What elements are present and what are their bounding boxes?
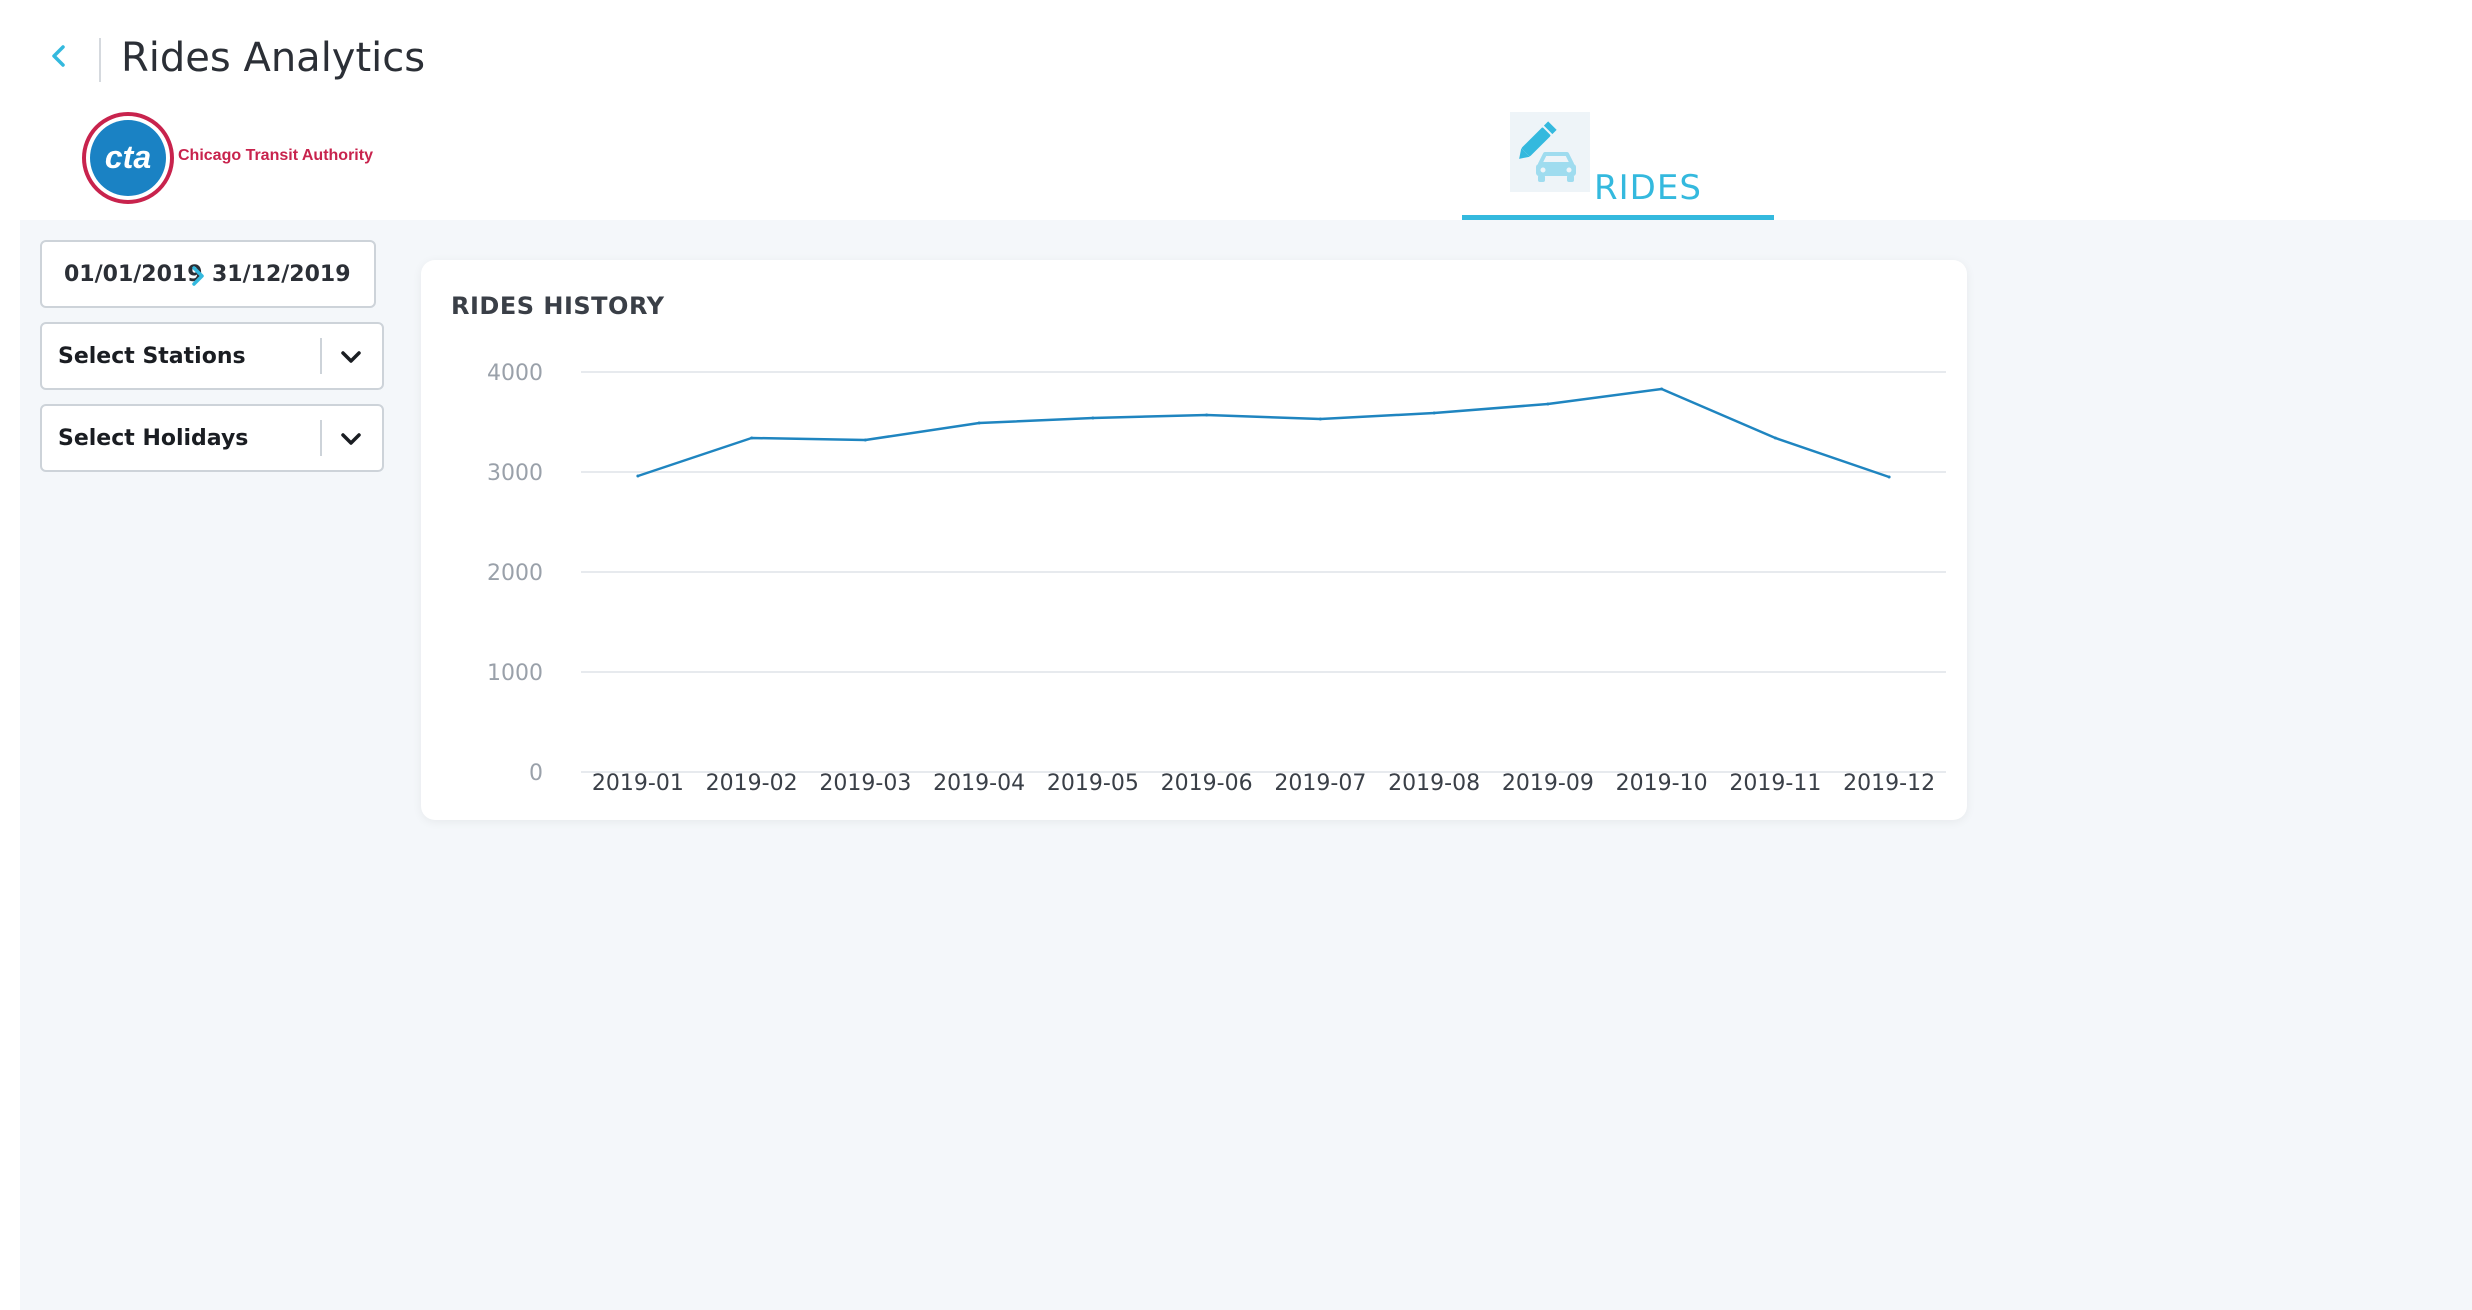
tab-icon-box [1510,112,1590,192]
chevron-right-icon [192,266,204,286]
y-tick-label: 4000 [487,361,543,386]
x-tick-label: 2019-12 [1843,771,1935,796]
data-point [1205,413,1209,417]
date-end: 31/12/2019 [212,262,351,287]
data-point [863,438,867,442]
rides-history-card: RIDES HISTORY 4000 3000 2000 1000 0 2019-01 20… [421,260,1967,820]
back-button[interactable] [44,38,74,78]
x-tick-label: 2019-02 [706,771,798,796]
tab-rides[interactable]: RIDES [1462,110,1774,220]
data-point [1318,417,1322,421]
x-tick-label: 2019-07 [1274,771,1366,796]
main-content: 01/01/2019 31/12/2019 Select Stations Se… [20,220,2472,1310]
logo-name: Chicago Transit Authority [178,147,373,164]
tab-rides-label: RIDES [1594,168,1702,208]
select-holidays-label: Select Holidays [58,426,249,451]
page-title: Rides Analytics [121,35,426,81]
title-divider [99,38,101,82]
data-point [750,436,754,440]
data-point [977,421,981,425]
date-range-picker[interactable]: 01/01/2019 31/12/2019 [40,240,376,308]
series-line [637,387,1890,479]
data-point [636,474,640,478]
y-tick-label: 3000 [487,461,543,486]
data-point [1546,402,1550,406]
data-point [1091,416,1095,420]
select-holidays-dropdown[interactable]: Select Holidays [40,404,384,472]
y-tick-label: 1000 [487,661,543,686]
data-point [1660,387,1664,391]
x-tick-label: 2019-09 [1502,771,1594,796]
car-icon [1536,152,1576,182]
x-tick-label: 2019-01 [592,771,684,796]
x-tick-label: 2019-04 [933,771,1025,796]
date-start: 01/01/2019 [64,262,203,287]
dropdown-separator [320,420,322,456]
x-tick-label: 2019-11 [1729,771,1821,796]
select-stations-dropdown[interactable]: Select Stations [40,322,384,390]
cta-logo: cta Chicago Transit Authority [82,112,382,204]
x-tick-label: 2019-08 [1388,771,1480,796]
chevron-down-icon[interactable] [338,426,364,452]
top-bar: Rides Analytics cta Chicago Transit Auth… [0,0,2472,220]
chevron-left-icon [52,45,65,67]
y-tick-label: 0 [529,761,543,786]
cta-logo-mark: cta [82,112,174,204]
x-tick-label: 2019-03 [819,771,911,796]
dropdown-separator [320,338,322,374]
data-point [1432,411,1436,415]
x-tick-label: 2019-06 [1161,771,1253,796]
x-tick-label: 2019-05 [1047,771,1139,796]
data-point [1887,475,1891,479]
y-tick-label: 2000 [487,561,543,586]
rides-history-chart: 4000 3000 2000 1000 0 2019-01 2019-02 2019-03 20… [487,361,1946,796]
select-stations-label: Select Stations [58,344,246,369]
data-point [1773,436,1777,440]
x-tick-label: 2019-10 [1616,771,1708,796]
chevron-down-icon[interactable] [338,344,364,370]
svg-text:cta: cta [105,139,151,175]
